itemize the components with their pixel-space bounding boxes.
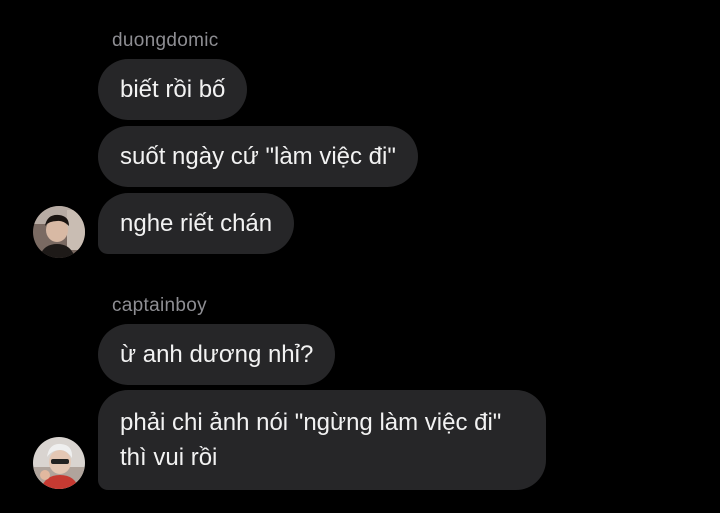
message-bubble[interactable]: ừ anh dương nhỉ? (98, 324, 336, 385)
message-bubble[interactable]: nghe riết chán (98, 193, 295, 254)
person-icon (33, 206, 85, 258)
avatar[interactable] (33, 437, 85, 489)
sender-name[interactable]: captainboy (112, 295, 207, 317)
message-bubble[interactable]: suốt ngày cứ "làm việc đi" (98, 126, 418, 187)
person-icon (33, 437, 85, 489)
avatar[interactable] (33, 206, 85, 258)
message-bubble[interactable]: phải chi ảnh nói "ngừng làm việc đi" thì… (98, 390, 546, 490)
message-bubble[interactable]: biết rồi bố (98, 59, 248, 120)
sender-name[interactable]: duongdomic (112, 30, 219, 52)
